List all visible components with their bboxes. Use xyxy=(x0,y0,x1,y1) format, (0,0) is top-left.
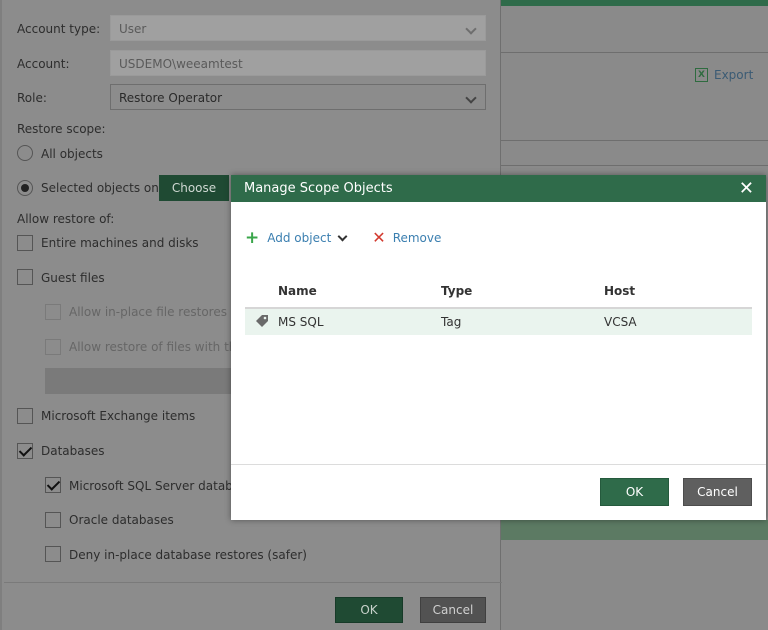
role-select[interactable]: Restore Operator xyxy=(110,84,486,110)
databases-checkbox[interactable] xyxy=(17,443,33,459)
all-objects-radio[interactable] xyxy=(17,145,33,161)
divider xyxy=(500,52,768,53)
dialog-header: Manage Scope Objects ✕ xyxy=(231,175,766,202)
remove-button[interactable]: ✕ Remove xyxy=(372,228,442,247)
row-host: VCSA xyxy=(604,315,637,329)
account-label: Account: xyxy=(17,57,70,71)
scope-objects-table: Name Type Host MS SQL Tag VCSA xyxy=(245,275,752,335)
account-type-select: User xyxy=(110,15,486,41)
ok-button[interactable]: OK xyxy=(600,478,669,506)
restore-scope-label: Restore scope: xyxy=(17,122,106,136)
add-object-button[interactable]: + Add object xyxy=(245,228,348,248)
tag-icon xyxy=(255,315,268,327)
account-type-value: User xyxy=(119,22,147,36)
table-header: Name Type Host xyxy=(245,275,752,309)
extensions-input xyxy=(45,368,235,394)
manage-scope-objects-dialog: Manage Scope Objects ✕ + Add object ✕ Re… xyxy=(231,175,766,520)
column-header-name[interactable]: Name xyxy=(278,284,441,298)
account-value: USDEMO\weeamtest xyxy=(119,57,243,71)
add-object-label: Add object xyxy=(267,231,332,245)
chevron-down-icon xyxy=(465,92,477,104)
role-label: Role: xyxy=(17,91,47,105)
selected-row-highlight xyxy=(500,520,768,540)
cancel-button[interactable]: Cancel xyxy=(420,597,486,623)
divider xyxy=(500,165,768,166)
row-name: MS SQL xyxy=(278,315,324,329)
entire-machines-label: Entire machines and disks xyxy=(41,236,199,250)
selected-objects-label: Selected objects only xyxy=(41,181,170,195)
chevron-down-icon xyxy=(465,23,477,35)
inplace-only-label: Allow in-place file restores only xyxy=(69,305,257,319)
all-objects-label: All objects xyxy=(41,147,103,161)
column-header-type[interactable]: Type xyxy=(441,284,604,298)
divider xyxy=(4,582,502,583)
deny-inplace-label: Deny in-place database restores (safer) xyxy=(69,548,307,562)
account-type-label: Account type: xyxy=(17,22,101,36)
toolbar: + Add object ✕ Remove xyxy=(245,228,442,248)
close-icon[interactable]: ✕ xyxy=(739,179,754,198)
remove-icon: ✕ xyxy=(372,228,386,247)
sql-server-checkbox[interactable] xyxy=(45,477,61,493)
divider xyxy=(500,140,768,141)
divider xyxy=(231,464,766,465)
row-type: Tag xyxy=(441,315,462,329)
allow-restore-label: Allow restore of: xyxy=(17,212,115,226)
export-button[interactable]: X Export xyxy=(695,68,753,82)
guest-files-label: Guest files xyxy=(41,271,105,285)
exchange-label: Microsoft Exchange items xyxy=(41,409,196,423)
entire-machines-checkbox[interactable] xyxy=(17,235,33,251)
oracle-checkbox[interactable] xyxy=(45,512,61,528)
inplace-only-checkbox[interactable] xyxy=(45,304,61,320)
deny-inplace-checkbox[interactable] xyxy=(45,546,61,562)
chevron-down-icon xyxy=(337,231,348,242)
export-label: Export xyxy=(714,68,754,82)
selected-objects-radio[interactable] xyxy=(17,180,33,196)
account-field: USDEMO\weeamtest xyxy=(110,50,486,76)
cancel-button[interactable]: Cancel xyxy=(683,478,752,506)
exchange-checkbox[interactable] xyxy=(17,408,33,424)
restore-files-with-checkbox[interactable] xyxy=(45,339,61,355)
databases-label: Databases xyxy=(41,444,105,458)
ok-button[interactable]: OK xyxy=(335,597,403,623)
dialog-title: Manage Scope Objects xyxy=(244,181,393,196)
restore-files-with-label: Allow restore of files with these xyxy=(69,340,258,354)
guest-files-checkbox[interactable] xyxy=(17,269,33,285)
remove-label: Remove xyxy=(392,231,442,245)
choose-button[interactable]: Choose xyxy=(159,175,229,201)
oracle-label: Oracle databases xyxy=(69,513,174,527)
table-row[interactable]: MS SQL Tag VCSA xyxy=(245,309,752,335)
excel-icon: X xyxy=(695,68,708,82)
role-value: Restore Operator xyxy=(119,91,223,105)
plus-icon: + xyxy=(245,228,260,248)
column-header-host[interactable]: Host xyxy=(604,284,752,298)
